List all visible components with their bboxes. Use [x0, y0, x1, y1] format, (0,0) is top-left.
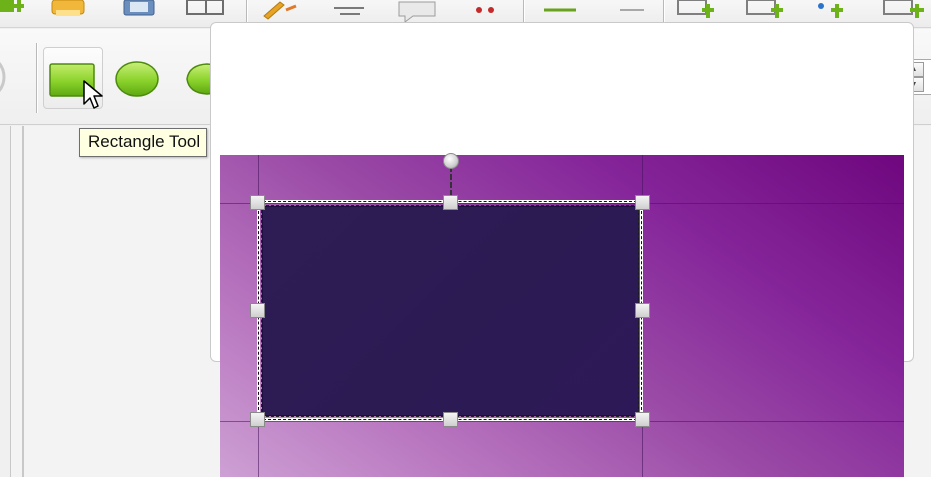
- guide-line: [220, 421, 904, 422]
- resize-handle-top[interactable]: [443, 195, 458, 210]
- slides-icon[interactable]: [122, 0, 158, 22]
- folder-icon[interactable]: [50, 0, 88, 22]
- resize-handle-top-left[interactable]: [250, 195, 265, 210]
- vertical-divider: [22, 126, 24, 477]
- selection-border-inner: [261, 205, 639, 417]
- align-icon[interactable]: [330, 0, 370, 22]
- freeform-tool-button[interactable]: [0, 47, 10, 109]
- ellipse-tool-button[interactable]: [108, 47, 168, 109]
- resize-handle-top-right[interactable]: [635, 195, 650, 210]
- resize-handle-right[interactable]: [635, 303, 650, 318]
- line-green-icon[interactable]: [540, 0, 580, 22]
- comment-icon[interactable]: [395, 0, 441, 23]
- line-grey-icon[interactable]: [618, 0, 648, 22]
- toolbar-separator: [246, 0, 247, 22]
- resize-handle-bottom[interactable]: [443, 412, 458, 427]
- rotation-handle[interactable]: [443, 153, 459, 169]
- insert-column-icon[interactable]: [745, 0, 791, 24]
- layout-icon[interactable]: [186, 0, 228, 22]
- resize-handle-bottom-right[interactable]: [635, 412, 650, 427]
- mouse-cursor-icon: [83, 80, 103, 109]
- resize-handle-left[interactable]: [250, 303, 265, 318]
- toolbar-separator: [36, 43, 37, 113]
- resize-handle-bottom-left[interactable]: [250, 412, 265, 427]
- editor-window: 72 ▲ ▼: [0, 0, 931, 477]
- insert-dot-icon[interactable]: [815, 0, 855, 24]
- insert-row-icon[interactable]: [676, 0, 722, 24]
- delete-icon[interactable]: [470, 0, 500, 22]
- slide-panel-edge[interactable]: [0, 126, 11, 477]
- add-green-icon[interactable]: [0, 0, 30, 22]
- insert-table-icon[interactable]: [880, 0, 930, 24]
- tooltip: Rectangle Tool: [79, 128, 208, 157]
- pen-icon[interactable]: [258, 0, 302, 24]
- rotation-connector: [450, 166, 452, 196]
- ellipse-icon: [115, 61, 159, 97]
